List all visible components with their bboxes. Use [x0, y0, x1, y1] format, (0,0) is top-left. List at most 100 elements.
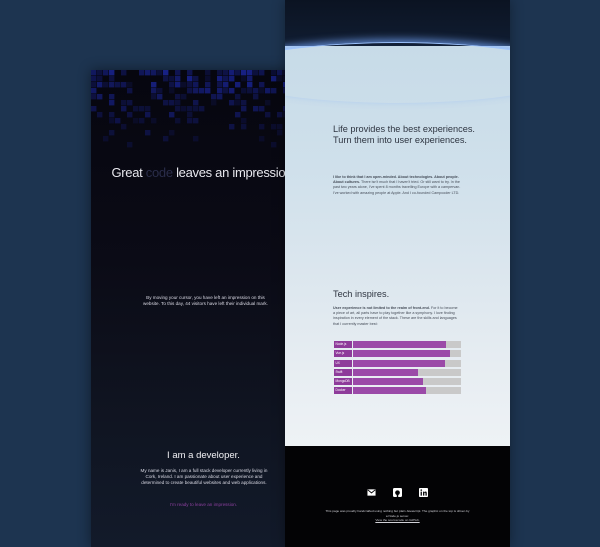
impression-pixel — [163, 100, 169, 106]
impression-pixel — [169, 100, 175, 106]
skill-label: Vue.js — [334, 350, 352, 358]
impression-pixel — [235, 112, 241, 118]
impression-pixel — [241, 106, 247, 112]
impression-pixel — [151, 82, 157, 88]
impression-pixel — [241, 124, 247, 130]
impression-pixel — [277, 76, 283, 82]
mail-icon[interactable] — [367, 488, 376, 497]
impression-pixel — [187, 112, 193, 118]
hero-title: Great code leaves an impression. — [91, 165, 316, 180]
impression-pixel — [271, 124, 277, 130]
leave-impression-link[interactable]: I'm ready to leave an impression. — [91, 502, 316, 507]
impression-pixel — [97, 112, 103, 118]
skill-row: UX — [334, 359, 462, 367]
skill-track — [353, 350, 461, 358]
impression-pixel — [121, 106, 127, 112]
impression-pixel — [217, 94, 223, 100]
impression-pixel — [265, 112, 271, 118]
impression-pixel — [205, 82, 211, 88]
impression-pixel — [193, 136, 199, 142]
github-source-link[interactable]: View the sourcecode on GitHub. — [375, 518, 419, 522]
about-panel: Life provides the best experiences. Turn… — [285, 0, 510, 547]
impression-pixel — [163, 70, 169, 76]
skill-track — [353, 368, 461, 376]
impression-pixel — [247, 70, 253, 76]
cursor-impression-canvas[interactable] — [91, 70, 316, 155]
impression-pixel — [193, 118, 199, 124]
impression-text: By moving your cursor, you have left an … — [143, 295, 268, 306]
impression-pixel — [115, 82, 121, 88]
impression-pixel — [145, 70, 151, 76]
tech-text-bold: User experience is not limited to the re… — [333, 306, 430, 310]
skill-fill — [353, 359, 445, 367]
impression-pixel — [145, 130, 151, 136]
impression-pixel — [121, 124, 127, 130]
impression-pixel — [193, 82, 199, 88]
skills-list: Node.js Vue.js UX Swift MongoDB Docker — [334, 341, 462, 397]
skill-fill — [353, 387, 427, 395]
impression-pixel — [229, 100, 235, 106]
impression-pixel — [97, 76, 103, 82]
impression-pixel — [277, 112, 283, 118]
impression-pixel — [103, 82, 109, 88]
impression-pixel — [157, 88, 163, 94]
impression-pixel — [271, 88, 277, 94]
impression-pixel — [253, 70, 259, 76]
impression-pixel — [181, 82, 187, 88]
impression-pixel — [109, 112, 115, 118]
impression-pixel — [157, 70, 163, 76]
impression-pixel — [109, 118, 115, 124]
impression-pixel — [241, 100, 247, 106]
impression-pixel — [259, 106, 265, 112]
impression-pixel — [109, 130, 115, 136]
impression-pixel — [139, 106, 145, 112]
impression-panel: Great code leaves an impression. By movi… — [91, 70, 316, 547]
impression-pixel — [253, 106, 259, 112]
impression-pixel — [223, 76, 229, 82]
impression-pixel — [145, 112, 151, 118]
impression-pixel — [103, 136, 109, 142]
github-icon[interactable] — [393, 488, 402, 497]
impression-pixel — [229, 124, 235, 130]
impression-pixel — [151, 94, 157, 100]
impression-pixel — [187, 88, 193, 94]
impression-pixel — [163, 136, 169, 142]
impression-pixel — [127, 100, 133, 106]
skill-row: Docker — [334, 387, 462, 395]
impression-pixel — [229, 70, 235, 76]
skill-label: Docker — [334, 387, 352, 395]
impression-pixel — [145, 106, 151, 112]
impression-pixel — [205, 88, 211, 94]
impression-pixel — [109, 70, 115, 76]
impression-pixel — [91, 76, 97, 82]
impression-pixel — [175, 106, 181, 112]
impression-pixel — [91, 82, 97, 88]
impression-pixel — [157, 94, 163, 100]
footer-text: This page was proudly handcrafted using … — [325, 509, 470, 523]
impression-pixel — [241, 88, 247, 94]
impression-pixel — [223, 88, 229, 94]
impression-pixel — [127, 112, 133, 118]
tech-heading: Tech inspires. — [333, 289, 390, 299]
impression-pixel — [205, 76, 211, 82]
impression-pixel — [175, 82, 181, 88]
impression-pixel — [187, 118, 193, 124]
skill-row: Node.js — [334, 341, 462, 348]
impression-pixel — [229, 76, 235, 82]
footer: This page was proudly handcrafted using … — [285, 446, 510, 547]
impression-pixel — [163, 76, 169, 82]
impression-pixel — [175, 100, 181, 106]
impression-pixel — [235, 70, 241, 76]
impression-pixel — [247, 76, 253, 82]
skill-row: Vue.js — [334, 350, 462, 358]
skill-fill — [353, 368, 418, 376]
impression-pixel — [223, 70, 229, 76]
life-text: I like to think that I am open-minded. A… — [333, 175, 465, 196]
skill-track — [353, 341, 461, 348]
impression-pixel — [253, 88, 259, 94]
impression-pixel — [223, 82, 229, 88]
developer-text: My name is Janis, I am a full stack deve… — [140, 468, 268, 486]
impression-pixel — [193, 106, 199, 112]
impression-pixel — [193, 88, 199, 94]
linkedin-icon[interactable] — [419, 488, 428, 497]
